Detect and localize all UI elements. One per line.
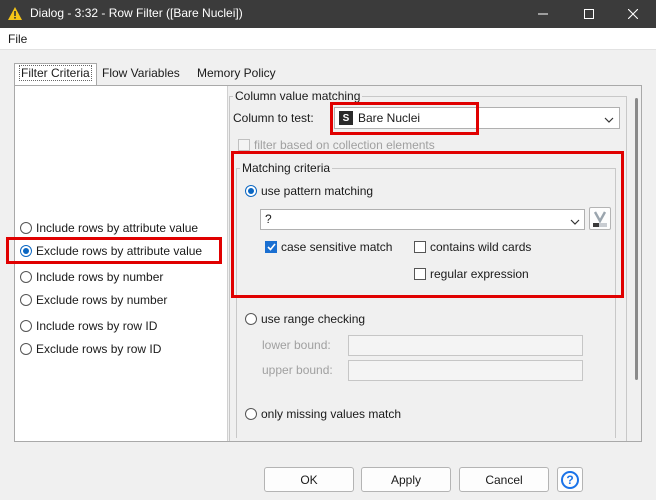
checkbox-checked[interactable] xyxy=(265,241,277,253)
pattern-matching-option[interactable]: use pattern matching xyxy=(245,184,373,198)
option-label: Include rows by row ID xyxy=(36,319,158,333)
help-button[interactable]: ? xyxy=(557,467,583,492)
collection-filter-label: filter based on collection elements xyxy=(254,138,435,152)
option-exclude-by-number[interactable]: Exclude rows by number xyxy=(20,293,167,307)
warning-app-icon xyxy=(8,7,22,20)
option-include-by-number[interactable]: Include rows by number xyxy=(20,270,163,284)
menu-file[interactable]: File xyxy=(8,32,27,46)
case-sensitive-checkbox[interactable]: case sensitive match xyxy=(265,240,392,254)
option-exclude-by-attribute[interactable]: Exclude rows by attribute value xyxy=(20,244,202,258)
group-title: Column value matching xyxy=(233,89,363,103)
option-label: Include rows by attribute value xyxy=(36,221,199,235)
upper-bound-label: upper bound: xyxy=(262,363,333,377)
wild-cards-label: contains wild cards xyxy=(430,240,532,254)
option-label: Exclude rows by number xyxy=(36,293,168,307)
tab-memory-policy[interactable]: Memory Policy xyxy=(193,64,280,84)
radio-button-selected[interactable] xyxy=(20,245,32,257)
pattern-value: ? xyxy=(265,212,272,226)
apply-button[interactable]: Apply xyxy=(361,467,451,492)
tab-filter-criteria[interactable]: Filter Criteria xyxy=(14,63,97,85)
tab-flow-variables[interactable]: Flow Variables xyxy=(98,64,184,84)
maximize-icon xyxy=(584,9,594,19)
lower-bound-input[interactable] xyxy=(348,335,583,356)
menu-bar: File xyxy=(0,28,656,50)
range-checking-option[interactable]: use range checking xyxy=(245,312,365,326)
flow-variable-icon xyxy=(593,210,607,227)
ok-button[interactable]: OK xyxy=(264,467,354,492)
flow-variable-button[interactable] xyxy=(589,207,611,230)
radio-button[interactable] xyxy=(245,408,257,420)
minimize-icon xyxy=(538,13,548,15)
option-include-by-row-id[interactable]: Include rows by row ID xyxy=(20,319,157,333)
vertical-scrollbar[interactable] xyxy=(635,98,638,380)
option-label: use pattern matching xyxy=(261,184,374,198)
radio-button-selected[interactable] xyxy=(245,185,257,197)
maximize-button[interactable] xyxy=(566,0,612,28)
close-button[interactable] xyxy=(610,0,656,28)
checkbox[interactable] xyxy=(414,241,426,253)
radio-button[interactable] xyxy=(20,294,32,306)
missing-values-option[interactable]: only missing values match xyxy=(245,407,401,421)
pattern-input[interactable] xyxy=(260,209,585,230)
regex-label: regular expression xyxy=(430,267,529,281)
option-exclude-by-row-id[interactable]: Exclude rows by row ID xyxy=(20,342,161,356)
case-sensitive-label: case sensitive match xyxy=(281,240,393,254)
radio-button[interactable] xyxy=(245,313,257,325)
title-bar: Dialog - 3:32 - Row Filter ([Bare Nuclei… xyxy=(0,0,656,28)
radio-button[interactable] xyxy=(20,320,32,332)
cancel-button[interactable]: Cancel xyxy=(459,467,549,492)
chevron-down-icon xyxy=(570,215,580,229)
highlight-frame xyxy=(330,102,479,135)
checkmark-icon xyxy=(266,243,276,251)
option-label: Include rows by number xyxy=(36,270,164,284)
radio-button[interactable] xyxy=(20,222,32,234)
radio-button[interactable] xyxy=(20,343,32,355)
wild-cards-checkbox[interactable]: contains wild cards xyxy=(414,240,531,254)
option-include-by-attribute[interactable]: Include rows by attribute value xyxy=(20,221,198,235)
option-label: use range checking xyxy=(261,312,366,326)
help-icon: ? xyxy=(561,470,579,489)
minimize-button[interactable] xyxy=(520,0,566,28)
upper-bound-input[interactable] xyxy=(348,360,583,381)
radio-button[interactable] xyxy=(20,271,32,283)
window-title: Dialog - 3:32 - Row Filter ([Bare Nuclei… xyxy=(30,6,243,20)
checkbox[interactable] xyxy=(414,268,426,280)
option-label: Exclude rows by row ID xyxy=(36,342,162,356)
lower-bound-label: lower bound: xyxy=(262,338,331,352)
collection-filter-option: filter based on collection elements xyxy=(238,138,435,152)
option-label: only missing values match xyxy=(261,407,402,421)
close-icon xyxy=(628,9,638,19)
tab-label: Filter Criteria xyxy=(19,65,92,81)
checkbox-disabled xyxy=(238,139,250,151)
chevron-down-icon xyxy=(604,113,614,127)
option-label: Exclude rows by attribute value xyxy=(36,244,203,258)
regex-checkbox[interactable]: regular expression xyxy=(414,267,529,281)
column-to-test-label: Column to test: xyxy=(233,111,314,125)
